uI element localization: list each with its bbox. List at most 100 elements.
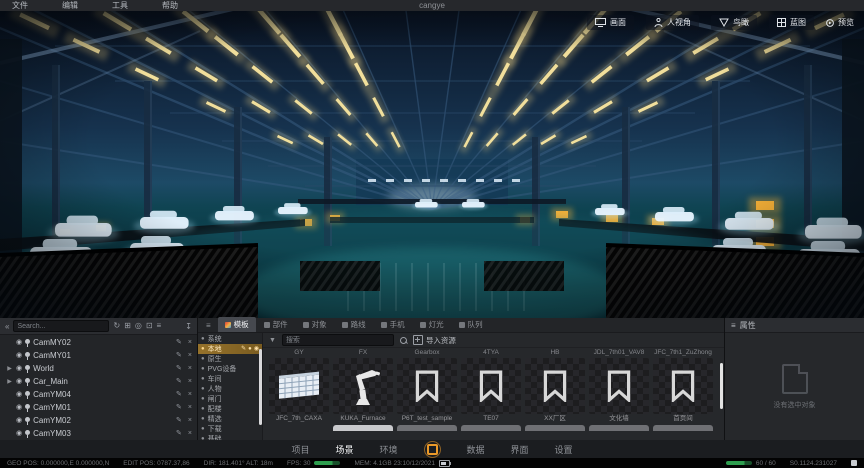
export-icon[interactable]: ↧: [185, 322, 192, 331]
tree-row[interactable]: ▶ ◉ World ✎×: [0, 362, 197, 375]
app-logo[interactable]: [424, 441, 441, 458]
preview-button[interactable]: 预览: [826, 17, 854, 28]
tab-objects[interactable]: 对象: [296, 317, 334, 332]
asset-tile[interactable]: P6T_test_sample: [397, 358, 457, 424]
edit-icon[interactable]: ✎: [241, 346, 246, 352]
category-system[interactable]: ●系统: [198, 334, 262, 344]
edit-icon[interactable]: ✎: [176, 391, 182, 398]
bird-view-button[interactable]: 鸟瞰: [711, 15, 757, 30]
hamburger-icon[interactable]: ≡: [731, 321, 736, 330]
bookmark-thumbnail: [461, 358, 521, 414]
refresh-icon[interactable]: ↻: [113, 322, 120, 330]
visibility-eye-icon[interactable]: ◉: [16, 365, 22, 372]
visibility-eye-icon[interactable]: ◉: [16, 339, 22, 346]
tree-row[interactable]: ◉ CamYM04 ✎×: [0, 388, 197, 401]
asset-tile[interactable]: TE07: [461, 358, 521, 424]
category-featured[interactable]: ●精选: [198, 414, 262, 424]
camera-pin-icon: [25, 391, 30, 399]
tab-queue[interactable]: 队列: [452, 317, 490, 332]
asset-tile[interactable]: 首页间: [653, 358, 713, 424]
filter-icon[interactable]: ▼: [269, 337, 276, 344]
visibility-eye-icon[interactable]: ◉: [16, 417, 22, 424]
notification-icon[interactable]: [851, 460, 857, 466]
properties-header: ≡ 属性: [725, 318, 864, 333]
group-icon[interactable]: ⊞: [124, 322, 131, 330]
import-resource-button[interactable]: 导入资源: [413, 335, 456, 346]
edit-icon[interactable]: ✎: [176, 365, 182, 372]
tab-routes[interactable]: 路线: [335, 317, 373, 332]
category-native[interactable]: ●原生: [198, 354, 262, 364]
asset-tile[interactable]: XX厂区: [525, 358, 585, 424]
focus-icon[interactable]: ◎: [135, 322, 142, 330]
blueprint-label: 蓝图: [790, 17, 806, 28]
hamburger-icon[interactable]: ≡: [200, 321, 217, 332]
category-buildings[interactable]: ●配楼: [198, 404, 262, 414]
asset-grid-scrollbar[interactable]: [720, 363, 723, 409]
tab-scene[interactable]: 场景: [335, 443, 353, 456]
edit-icon[interactable]: ✎: [176, 404, 182, 411]
viewport-3d[interactable]: 画面 人视角 鸟瞰 蓝图 预览: [0, 11, 864, 318]
asset-tile[interactable]: KUKA_Furnace: [333, 358, 393, 424]
collapse-panel-icon[interactable]: «: [5, 322, 9, 331]
delete-icon[interactable]: ×: [188, 417, 192, 424]
tab-settings[interactable]: 设置: [555, 443, 573, 456]
menu-file[interactable]: 文件: [12, 0, 28, 11]
expander-arrow-icon[interactable]: ▶: [6, 365, 13, 372]
lock-icon[interactable]: ●: [248, 346, 252, 352]
frame-icon[interactable]: ⊡: [146, 322, 153, 330]
tree-row[interactable]: ◉ CamYM03 ✎×: [0, 427, 197, 440]
tab-project[interactable]: 项目: [291, 443, 309, 456]
tab-interface[interactable]: 界面: [511, 443, 529, 456]
delete-icon[interactable]: ×: [188, 378, 192, 385]
asset-grid-area: ▼ 导入资源 GY FX Gearbox 4TYA HB JDL_7th01_V…: [263, 333, 724, 440]
edit-icon[interactable]: ✎: [176, 352, 182, 359]
visibility-eye-icon[interactable]: ◉: [16, 430, 22, 437]
screen-view-button[interactable]: 画面: [587, 15, 634, 30]
visibility-eye-icon[interactable]: ◉: [16, 404, 22, 411]
asset-tile[interactable]: 文化墙: [589, 358, 649, 424]
tree-row[interactable]: ◉ CamYM02 ✎×: [0, 414, 197, 427]
menu-tools[interactable]: 工具: [112, 0, 128, 11]
list-icon[interactable]: ≡: [157, 322, 162, 330]
tab-templates[interactable]: 模板: [218, 317, 256, 332]
category-people[interactable]: ●人物: [198, 384, 262, 394]
hierarchy-search-input[interactable]: [13, 320, 109, 332]
tab-mobile[interactable]: 手机: [374, 317, 412, 332]
asset-tile[interactable]: JFC_7th_CAXA: [269, 358, 329, 424]
delete-icon[interactable]: ×: [188, 430, 192, 437]
tab-parts[interactable]: 部件: [257, 317, 295, 332]
edit-icon[interactable]: ✎: [176, 417, 182, 424]
search-icon[interactable]: [400, 337, 407, 344]
category-downloads[interactable]: ●下载: [198, 424, 262, 434]
tab-environment[interactable]: 环境: [379, 443, 397, 456]
visibility-eye-icon[interactable]: ◉: [16, 391, 22, 398]
category-local[interactable]: ●本地 ✎●◉: [198, 344, 262, 354]
asset-search-input[interactable]: [282, 334, 394, 346]
edit-icon[interactable]: ✎: [176, 430, 182, 437]
tree-row[interactable]: ◉ CamYM01 ✎×: [0, 401, 197, 414]
edit-icon[interactable]: ✎: [176, 378, 182, 385]
tree-row[interactable]: ◉ CamMY01 ✎×: [0, 349, 197, 362]
visibility-eye-icon[interactable]: ◉: [16, 378, 22, 385]
category-pvg[interactable]: ●PVG设备: [198, 364, 262, 374]
delete-icon[interactable]: ×: [188, 365, 192, 372]
tab-data[interactable]: 数据: [467, 443, 485, 456]
building-thumbnail: [269, 358, 329, 414]
menu-help[interactable]: 帮助: [162, 0, 178, 11]
category-workshop[interactable]: ●车间: [198, 374, 262, 384]
delete-icon[interactable]: ×: [188, 391, 192, 398]
expander-arrow-icon[interactable]: ▶: [6, 378, 13, 385]
category-scrollbar[interactable]: [259, 349, 262, 425]
delete-icon[interactable]: ×: [188, 339, 192, 346]
tab-lights[interactable]: 灯光: [413, 317, 451, 332]
person-view-button[interactable]: 人视角: [646, 15, 699, 30]
blueprint-button[interactable]: 蓝图: [769, 15, 814, 30]
delete-icon[interactable]: ×: [188, 404, 192, 411]
tree-row[interactable]: ◉ CamMY02 ✎×: [0, 336, 197, 349]
edit-icon[interactable]: ✎: [176, 339, 182, 346]
delete-icon[interactable]: ×: [188, 352, 192, 359]
category-gates[interactable]: ●闸门: [198, 394, 262, 404]
visibility-eye-icon[interactable]: ◉: [16, 352, 22, 359]
menu-edit[interactable]: 编辑: [62, 0, 78, 11]
tree-row[interactable]: ▶ ◉ Car_Main ✎×: [0, 375, 197, 388]
